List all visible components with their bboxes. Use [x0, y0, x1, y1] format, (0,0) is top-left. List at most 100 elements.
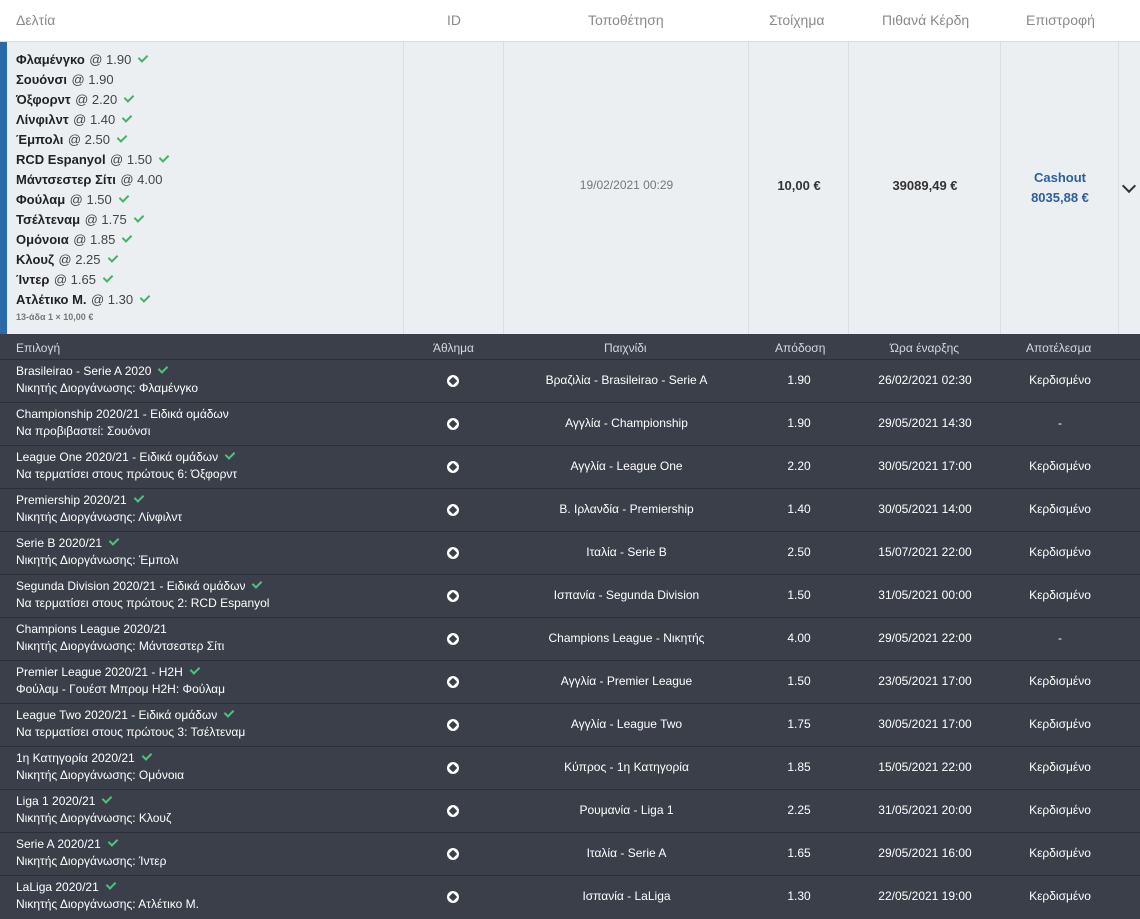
check-icon: [224, 449, 236, 460]
row-league: Championship 2020/21 - Ειδικά ομάδων: [16, 407, 229, 421]
selection-odd: @ 1.85: [73, 232, 116, 247]
row-market: Νικητής Διοργάνωσης: Μάντσεστερ Σίτι: [16, 639, 225, 653]
selection-item: Φούλαμ @ 1.50: [16, 190, 167, 210]
selection-item: Σουόνσι @ 1.90: [16, 70, 167, 90]
table-row: Segunda Division 2020/21 - Ειδικά ομάδων…: [0, 574, 1140, 617]
row-result: Κερδισμένο: [1029, 760, 1091, 774]
cashout-button[interactable]: Cashout 8035,88 €: [1001, 168, 1119, 208]
row-start-time: 23/05/2021 17:00: [878, 674, 972, 688]
row-result: Κερδισμένο: [1029, 674, 1091, 688]
row-game: Αγγλία - League One: [570, 459, 683, 473]
row-market: Νικητής Διοργάνωσης: Ατλέτικο Μ.: [16, 897, 199, 911]
row-start-time: 30/05/2021 17:00: [878, 717, 972, 731]
row-odds: 1.90: [787, 416, 811, 430]
row-league-text: LaLiga 2020/21: [16, 880, 99, 894]
check-icon: [122, 232, 133, 243]
row-result: Κερδισμένο: [1029, 502, 1091, 516]
row-game: Ισπανία - Segunda Division: [553, 588, 700, 602]
row-odds: 2.25: [787, 803, 811, 817]
check-icon: [118, 192, 130, 203]
row-odds: 2.50: [787, 545, 811, 559]
details-header-odds: Απόδοση: [775, 341, 826, 355]
column-divider: [403, 42, 404, 334]
selection-team: Ίντερ: [16, 272, 50, 287]
selection-odd: @ 1.90: [89, 52, 132, 67]
selection-item: Έμπολι @ 2.50: [16, 130, 167, 150]
header-id[interactable]: ID: [447, 12, 461, 28]
soccer-ball-icon: [447, 719, 459, 731]
row-market: Να τερματίσει στους πρώτους 2: RCD Espan…: [16, 596, 270, 610]
selection-item: Ομόνοια @ 1.85: [16, 230, 167, 250]
selection-team: Λίνφιλντ: [16, 112, 69, 127]
soccer-ball-icon: [447, 375, 459, 387]
row-market: Νικητής Διοργάνωσης: Ίντερ: [16, 854, 167, 868]
selection-team: Ομόνοια: [16, 232, 69, 247]
row-start-time: 29/05/2021 14:30: [878, 416, 972, 430]
selection-item: Όξφορντ @ 2.20: [16, 90, 167, 110]
selection-odd: @ 1.40: [73, 112, 116, 127]
row-league-text: Segunda Division 2020/21 - Ειδικά ομάδων: [16, 579, 246, 593]
selection-team: Έμπολι: [16, 132, 64, 147]
bet-ticket-row[interactable]: Φλαμένγκο @ 1.90 Σουόνσι @ 1.90 Όξφορντ @ …: [0, 42, 1140, 334]
row-result: Κερδισμένο: [1029, 373, 1091, 387]
soccer-ball-icon: [447, 633, 459, 645]
row-start-time: 15/07/2021 22:00: [878, 545, 972, 559]
details-header: Επιλογή Άθλημα Παιχνίδι Απόδοση Ώρα έναρ…: [0, 334, 1140, 359]
header-return[interactable]: Επιστροφή: [1026, 12, 1095, 28]
row-start-time: 30/05/2021 17:00: [878, 459, 972, 473]
row-odds: 1.90: [787, 373, 811, 387]
row-league: 1η Κατηγορία 2020/21: [16, 750, 153, 765]
row-game: Κύπρος - 1η Κατηγορία: [564, 760, 689, 774]
selection-odd: @ 1.50: [69, 192, 112, 207]
selection-item: Φλαμένγκο @ 1.90: [16, 50, 167, 70]
row-league: League One 2020/21 - Ειδικά ομάδων: [16, 449, 236, 464]
row-game: Champions League - Νικητής: [548, 631, 705, 645]
row-start-time: 22/05/2021 19:00: [878, 889, 972, 903]
row-game: Αγγλία - League Two: [570, 717, 683, 731]
header-stake[interactable]: Στοίχημα: [769, 12, 825, 28]
row-league: Brasileirao - Serie A 2020: [16, 363, 169, 378]
row-start-time: 31/05/2021 20:00: [878, 803, 972, 817]
soccer-ball-icon: [447, 676, 459, 688]
details-header-start-time: Ώρα έναρξης: [890, 341, 960, 355]
row-odds: 1.75: [787, 717, 811, 731]
combo-summary: 13-άδα 1 × 10,00 €: [16, 312, 94, 322]
header-potential-winnings[interactable]: Πιθανά Κέρδη: [882, 12, 969, 28]
row-league-text: Liga 1 2020/21: [16, 794, 96, 808]
selection-item: Ίντερ @ 1.65: [16, 270, 167, 290]
cashout-label: Cashout: [1034, 170, 1086, 185]
row-league-text: Brasileirao - Serie A 2020: [16, 364, 152, 378]
row-odds: 1.30: [787, 889, 811, 903]
check-icon: [138, 52, 149, 63]
check-icon: [107, 836, 119, 847]
check-icon: [158, 363, 169, 374]
check-icon: [105, 879, 117, 890]
row-game: Β. Ιρλανδία - Premiership: [559, 502, 694, 516]
details-header-result: Αποτέλεσμα: [1026, 341, 1092, 355]
selection-item: Ατλέτικο Μ. @ 1.30: [16, 290, 167, 310]
header-tickets[interactable]: Δελτία: [16, 12, 55, 28]
soccer-ball-icon: [447, 504, 459, 516]
selection-odd: @ 1.50: [110, 152, 153, 167]
row-league-text: Serie B 2020/21: [16, 536, 103, 550]
row-odds: 4.00: [787, 631, 811, 645]
row-market: Νικητής Διοργάνωσης: Κλουζ: [16, 811, 172, 825]
row-league: LaLiga 2020/21: [16, 879, 117, 894]
check-icon: [158, 152, 170, 163]
chevron-down-icon[interactable]: [1121, 178, 1137, 194]
row-league-text: Championship 2020/21 - Ειδικά ομάδων: [16, 407, 229, 421]
selection-odd: @ 1.65: [53, 272, 96, 287]
selection-team: Τσέλτεναμ: [16, 212, 81, 227]
row-league: Premiership 2020/21: [16, 492, 145, 507]
check-icon: [116, 132, 128, 143]
row-market: Να προβιβαστεί: Σουόνσι: [16, 424, 151, 438]
row-league: Liga 1 2020/21: [16, 793, 113, 808]
selection-odd: @ 4.00: [120, 172, 163, 187]
header-placement[interactable]: Τοποθέτηση: [588, 12, 664, 28]
table-row: Liga 1 2020/21 Νικητής Διοργάνωσης: Κλουζ…: [0, 789, 1140, 832]
check-icon: [123, 92, 135, 103]
selection-item: RCD Espanyol @ 1.50: [16, 150, 170, 170]
row-game: Ιταλία - Serie A: [586, 846, 667, 860]
row-game: Ρουμανία - Liga 1: [579, 803, 674, 817]
row-result: Κερδισμένο: [1029, 588, 1091, 602]
